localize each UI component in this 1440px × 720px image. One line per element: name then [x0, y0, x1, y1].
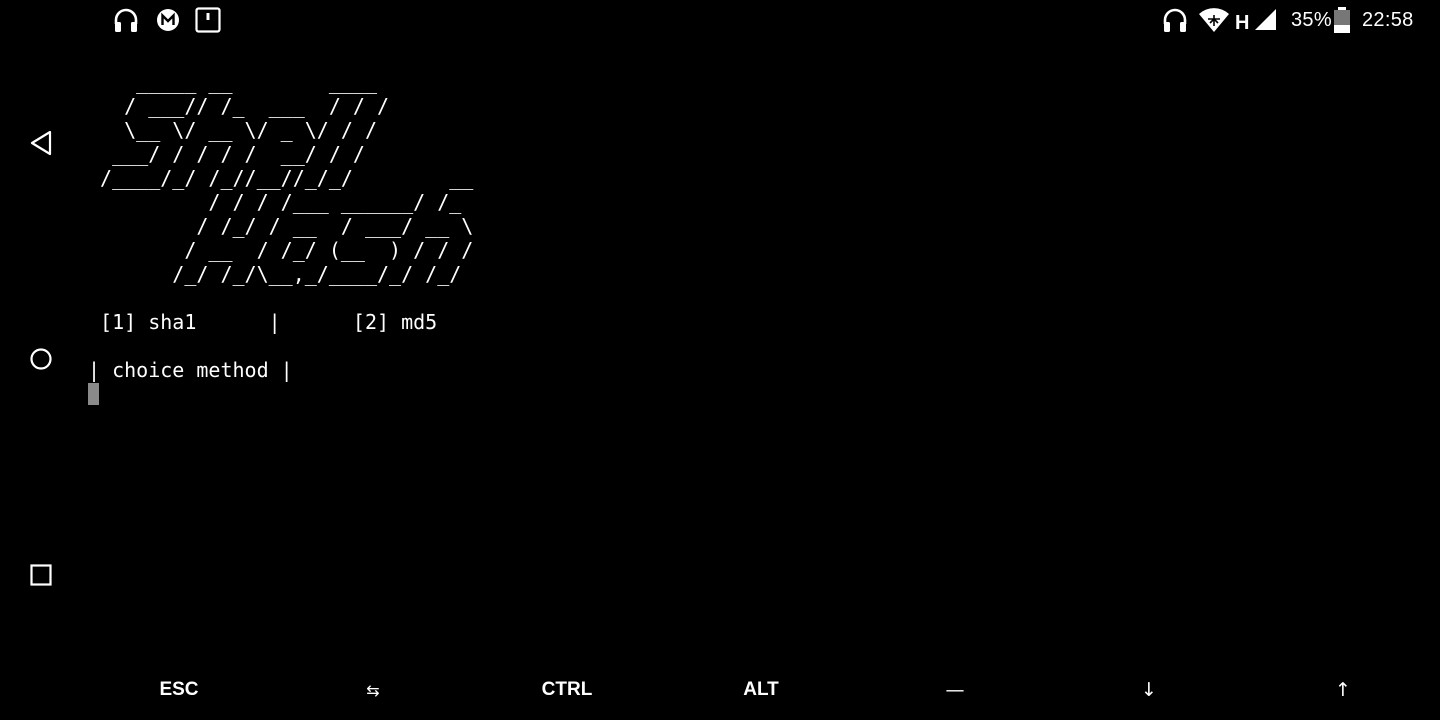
recents-button[interactable] [20, 554, 62, 596]
battery-icon [1334, 7, 1350, 33]
headphones-icon [114, 8, 138, 32]
mega-icon [157, 9, 179, 31]
headphones-icon [1163, 8, 1187, 32]
tab-key[interactable]: ⇆ [276, 664, 470, 716]
input-line[interactable] [88, 382, 1428, 406]
alt-key[interactable]: ALT [664, 664, 858, 716]
ascii-banner-line: / ___// /_ ___ / / / [88, 94, 390, 118]
dash-key[interactable]: — [858, 664, 1052, 716]
ascii-banner-line: / /_/ / __ / ___/ __ \ [88, 214, 474, 238]
status-bar: H 35% 22:58 [0, 0, 1440, 42]
terminal-output[interactable]: _____ __ ____ / ___// /_ ___ / / / \__ \… [88, 70, 1428, 650]
home-button[interactable] [20, 338, 62, 380]
prompt-line: | choice method | [88, 358, 293, 382]
back-button[interactable] [20, 122, 62, 164]
back-icon [30, 130, 52, 156]
down-arrow-key[interactable]: ↓ [1052, 664, 1246, 716]
navigation-bar [0, 42, 82, 662]
extra-keys-bar: ESC ⇆ CTRL ALT — ↓ ↑ [82, 664, 1440, 720]
esc-key[interactable]: ESC [82, 664, 276, 716]
ascii-banner-line: _____ __ ____ [88, 70, 377, 94]
recents-icon [30, 564, 52, 586]
wifi-icon [1199, 8, 1229, 33]
home-icon [30, 348, 52, 370]
up-arrow-key[interactable]: ↑ [1246, 664, 1440, 716]
ascii-banner-line: / / / /___ ______/ /_ [88, 190, 462, 214]
ascii-banner-line: \__ \/ __ \/ _ \/ / / [88, 118, 377, 142]
terminal-cursor [88, 383, 99, 405]
network-type-label: H [1235, 12, 1250, 34]
ascii-banner-line: ___/ / / / / __/ / / [88, 142, 365, 166]
ctrl-key[interactable]: CTRL [470, 664, 664, 716]
menu-options-line: [1] sha1 | [2] md5 [88, 310, 438, 334]
clock: 22:58 [1362, 9, 1414, 31]
battery-percent: 35% [1291, 9, 1332, 31]
signal-icon [1255, 9, 1276, 30]
ascii-banner-line: /____/_/ /_//__//_/_/ __ [88, 166, 474, 190]
ascii-banner-line: / __ / /_/ (__ ) / / / [88, 238, 474, 262]
ascii-banner-line: /_/ /_/\__,_/____/_/ /_/ [88, 262, 462, 286]
notification-square-icon [195, 7, 221, 33]
